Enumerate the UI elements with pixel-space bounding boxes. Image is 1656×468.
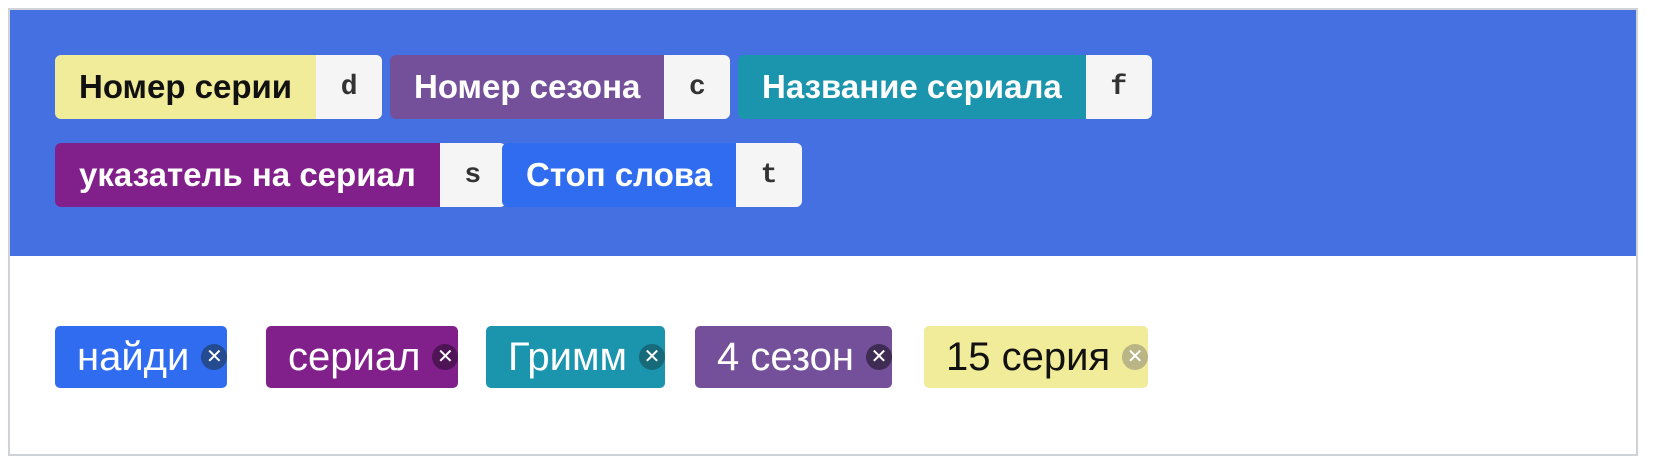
annotated-text: найди ✕ сериал ✕ Гримм ✕ 4 сезон ✕ 15 се… xyxy=(10,256,1636,454)
label-name: Номер сезона xyxy=(414,68,641,105)
entity-text: 15 серия xyxy=(946,335,1111,379)
label-button-stop-words[interactable]: Стоп слова t xyxy=(502,143,803,207)
label-toolbar: Номер серии d Номер сезона c Название се… xyxy=(10,10,1636,256)
label-name: Название сериала xyxy=(762,68,1062,105)
entity-text: найди xyxy=(77,335,190,379)
entity-tag[interactable]: найди ✕ xyxy=(55,326,228,388)
label-name: Стоп слова xyxy=(526,156,713,193)
shortcut-key: d xyxy=(316,55,383,119)
label-button-episode-number[interactable]: Номер серии d xyxy=(55,55,383,119)
entity-tag[interactable]: сериал ✕ xyxy=(266,326,459,388)
label-button-series-pointer[interactable]: указатель на сериал s xyxy=(55,143,506,207)
annotation-panel: Номер серии d Номер сезона c Название се… xyxy=(8,8,1638,456)
close-icon[interactable]: ✕ xyxy=(1122,344,1149,370)
label-name: указатель на сериал xyxy=(79,156,416,193)
entity-text: Гримм xyxy=(508,335,628,379)
shortcut-key: f xyxy=(1085,55,1152,119)
close-icon[interactable]: ✕ xyxy=(639,344,666,370)
close-icon[interactable]: ✕ xyxy=(432,344,459,370)
close-icon[interactable]: ✕ xyxy=(201,344,228,370)
label-button-series-title[interactable]: Название сериала f xyxy=(738,55,1152,119)
shortcut-key: c xyxy=(664,55,731,119)
label-button-season-number[interactable]: Номер сезона c xyxy=(390,55,731,119)
close-icon[interactable]: ✕ xyxy=(865,344,892,370)
entity-text: 4 сезон xyxy=(717,335,854,379)
entity-tag[interactable]: Гримм ✕ xyxy=(486,326,666,388)
label-name: Номер серии xyxy=(79,68,293,105)
entity-text: сериал xyxy=(288,335,421,379)
entity-tag[interactable]: 15 серия ✕ xyxy=(924,326,1149,388)
entity-tag[interactable]: 4 сезон ✕ xyxy=(695,326,892,388)
shortcut-key: s xyxy=(439,143,506,207)
shortcut-key: t xyxy=(736,143,803,207)
